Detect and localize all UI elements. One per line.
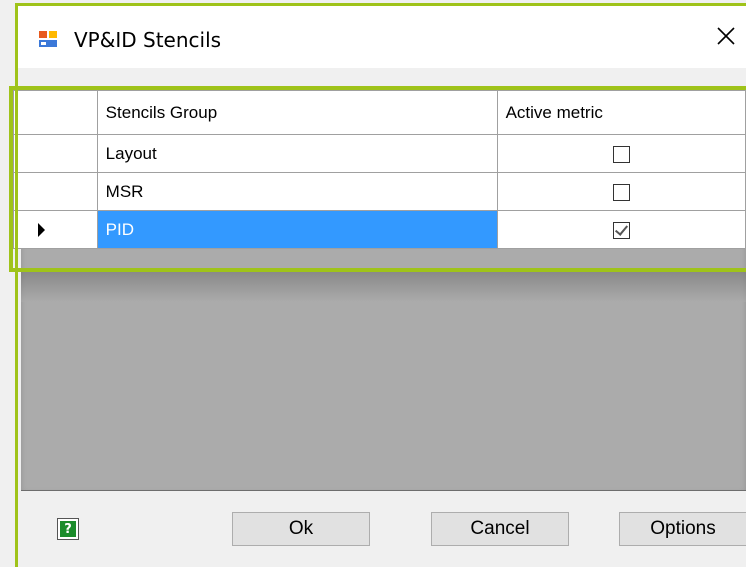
column-header-active-metric[interactable]: Active metric [496, 90, 746, 135]
ok-button[interactable]: Ok [232, 512, 370, 546]
active-metric-cell[interactable] [496, 172, 746, 211]
grid-header-row: Stencils Group Active metric [13, 90, 746, 135]
row-header-current[interactable] [13, 210, 98, 249]
dialog-window: VP&ID Stencils Stencils Group Active met… [0, 0, 746, 567]
stencils-group-cell[interactable]: PID [96, 210, 498, 249]
stencils-group-cell[interactable]: Layout [96, 134, 498, 173]
title-bar[interactable]: VP&ID Stencils [18, 6, 746, 68]
close-icon [716, 26, 736, 51]
row-header[interactable] [13, 172, 98, 211]
table-row[interactable]: Layout [13, 134, 746, 173]
options-button[interactable]: Options [619, 512, 746, 546]
close-button[interactable] [706, 18, 746, 58]
grid-shadow [21, 272, 746, 302]
help-button[interactable]: ? [57, 518, 79, 540]
row-header[interactable] [13, 134, 98, 173]
active-metric-checkbox[interactable] [612, 145, 630, 163]
active-metric-cell[interactable] [496, 134, 746, 173]
footer-divider [21, 490, 746, 491]
table-row[interactable]: MSR [13, 172, 746, 211]
stencils-group-cell[interactable]: MSR [96, 172, 498, 211]
window-title: VP&ID Stencils [74, 28, 222, 52]
help-icon: ? [60, 521, 76, 537]
stencils-grid[interactable]: Stencils Group Active metric Layout MSR … [13, 90, 746, 249]
active-metric-checkbox[interactable] [612, 183, 630, 201]
active-metric-checkbox[interactable] [612, 221, 630, 239]
grid-corner-cell[interactable] [13, 90, 98, 135]
table-row-selected[interactable]: PID [13, 210, 746, 249]
cancel-button[interactable]: Cancel [431, 512, 569, 546]
stencils-app-icon [38, 30, 58, 48]
current-row-arrow-icon [38, 222, 45, 237]
column-header-stencils-group[interactable]: Stencils Group [96, 90, 498, 135]
active-metric-cell[interactable] [496, 210, 746, 249]
